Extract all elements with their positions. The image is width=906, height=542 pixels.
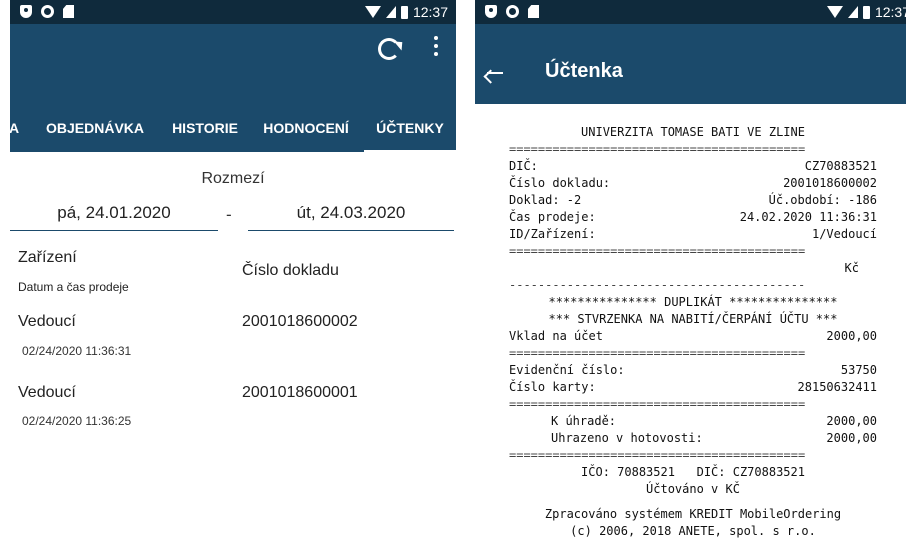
- wifi-icon: [826, 6, 843, 18]
- separator: ========================================…: [509, 244, 806, 258]
- separator: ========================================…: [509, 448, 806, 462]
- column-header-docnum: Číslo dokladu: [242, 262, 339, 279]
- tab-hodnoceni[interactable]: HODNOCENÍ: [254, 104, 358, 152]
- receipt-row: DIČ: CZ70883521: [509, 159, 877, 173]
- sync-icon: [41, 5, 54, 18]
- separator: ========================================…: [509, 142, 806, 156]
- page-title: Účtenka: [545, 60, 623, 82]
- period-label: Rozmezí: [201, 170, 265, 187]
- sync-icon: [506, 5, 519, 18]
- separator: ========================================…: [509, 397, 806, 411]
- receipt-row: K úhradě: 2000,00: [551, 414, 877, 428]
- status-bar: 12:37: [475, 0, 906, 24]
- date-to-field[interactable]: út, 24.03.2020: [248, 203, 454, 231]
- back-arrow-icon[interactable]: [487, 72, 503, 74]
- more-options-icon[interactable]: [434, 36, 438, 60]
- confirmation-line: *** STVRZENKA NA NABITÍ/ČERPÁNÍ ÚČTU ***: [548, 312, 838, 326]
- shield-icon: [20, 5, 32, 18]
- ico-line: IČO: 70883521 DIČ: CZ70883521: [581, 465, 805, 479]
- currency-label: Kč: [844, 261, 859, 275]
- receipt-row: Číslo karty: 28150632411: [509, 380, 877, 394]
- wifi-icon: [364, 6, 381, 18]
- receipt-row: Vklad na účet 2000,00: [509, 329, 877, 343]
- signal-icon: [385, 6, 396, 18]
- receipt-row: ID/Zařízení: 1/Vedoucí: [509, 227, 877, 241]
- date-from-field[interactable]: pá, 24.01.2020: [10, 203, 218, 231]
- date-separator: -: [226, 205, 232, 224]
- tab-uctenky[interactable]: ÚČTENKY: [364, 104, 456, 152]
- right-screen: 12:37 Účtenka UNIVERZITA TOMASE BATI VE …: [475, 0, 906, 542]
- row-datetime: 02/24/2020 11:36:25: [22, 414, 132, 428]
- tab-previous[interactable]: A: [10, 104, 22, 152]
- status-bar: 12:37: [10, 0, 456, 24]
- clock: 12:37: [412, 4, 448, 20]
- sd-card-icon: [63, 5, 74, 18]
- shield-icon: [485, 5, 497, 18]
- row-datetime: 02/24/2020 11:36:31: [22, 344, 132, 358]
- app-bar: Účtenka: [475, 24, 906, 104]
- receipt-row: Čas prodeje: 24.02.2020 11:36:31: [509, 210, 877, 224]
- tab-objednavka[interactable]: OBJEDNÁVKA: [32, 104, 158, 152]
- left-screen: 12:37 A OBJEDNÁVKA HISTORIE HODNOCENÍ ÚČ…: [10, 0, 456, 542]
- receipt-row: Číslo dokladu: 2001018600002: [509, 176, 877, 190]
- column-header-datetime: Datum a čas prodeje: [18, 280, 129, 294]
- duplicate-line: *************** DUPLIKÁT ***************: [548, 295, 838, 309]
- row-docnum: 2001018600002: [242, 313, 358, 330]
- account-line: Účtováno v KČ: [646, 482, 740, 496]
- sd-card-icon: [528, 5, 539, 18]
- row-docnum: 2001018600001: [242, 384, 358, 401]
- app-bar: [10, 24, 456, 104]
- battery-icon: [862, 5, 870, 19]
- battery-icon: [400, 5, 408, 19]
- refresh-icon[interactable]: [378, 38, 400, 60]
- processed-line: Zpracováno systémem KREDIT MobileOrderin…: [544, 507, 842, 521]
- receipt-header: UNIVERZITA TOMASE BATI VE ZLINE: [581, 125, 805, 139]
- row-device: Vedoucí: [18, 384, 76, 401]
- row-device: Vedoucí: [18, 313, 76, 330]
- signal-icon: [847, 6, 858, 18]
- receipt-row: Evidenční číslo: 53750: [509, 363, 877, 377]
- separator: ========================================…: [509, 346, 806, 360]
- tab-bar: A OBJEDNÁVKA HISTORIE HODNOCENÍ ÚČTENKY: [10, 104, 456, 152]
- clock: 12:37: [874, 4, 906, 20]
- copyright-line: (c) 2006, 2018 ANETE, spol. s r.o.: [570, 524, 816, 538]
- receipt: UNIVERZITA TOMASE BATI VE ZLINE ========…: [509, 124, 877, 540]
- column-header-device: Zařízení: [18, 249, 77, 266]
- tab-historie[interactable]: HISTORIE: [165, 104, 245, 152]
- receipt-row: Doklad: -2 Úč.období: -186: [509, 193, 877, 207]
- receipt-row: Uhrazeno v hotovosti: 2000,00: [551, 431, 877, 445]
- separator: ----------------------------------------…: [509, 278, 806, 292]
